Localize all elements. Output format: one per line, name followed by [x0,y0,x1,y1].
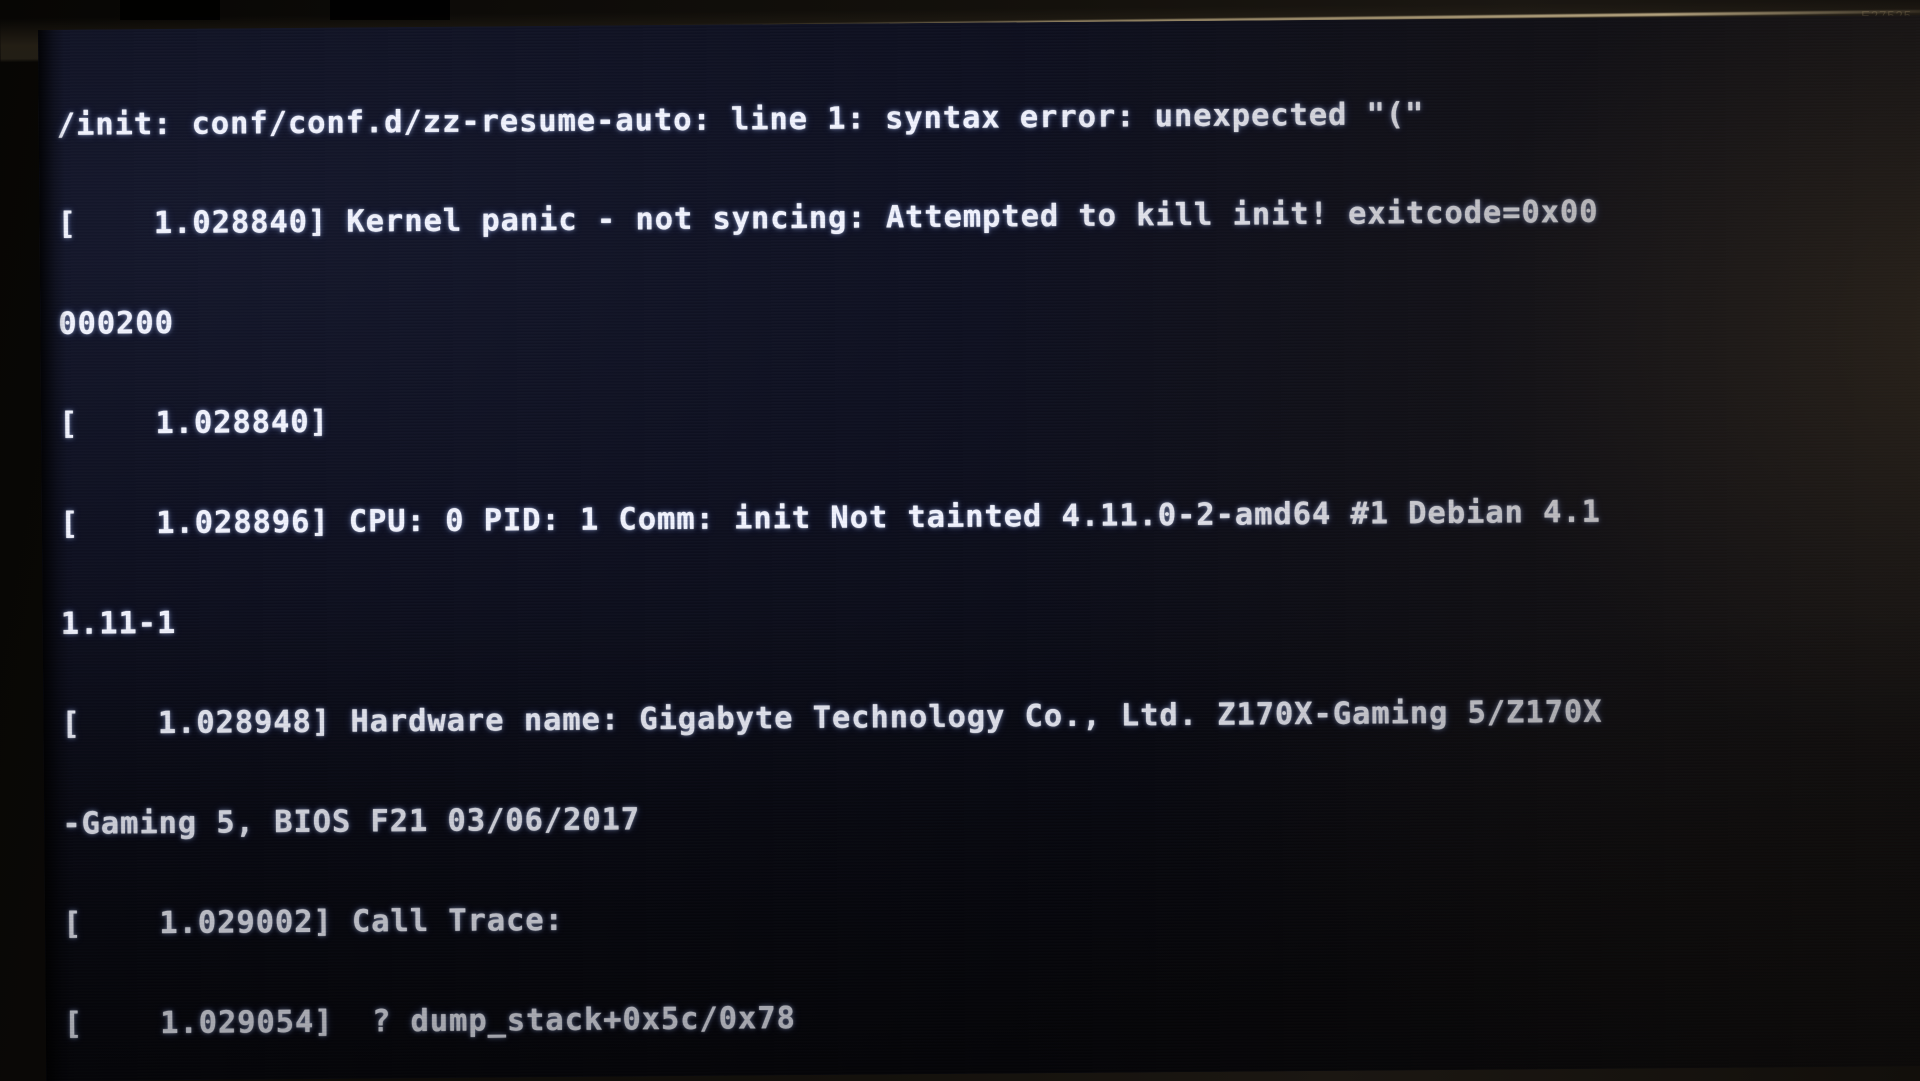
bezel-notch-center [330,0,450,20]
bezel-notch-left [120,0,220,20]
lcd-panel: /init: conf/conf.d/zz-resume-auto: line … [38,15,1920,1081]
console-line: /init: conf/conf.d/zz-resume-auto: line … [56,96,1425,143]
console-line: [ 1.028948] Hardware name: Gigabyte Tech… [61,694,1603,742]
console-line: [ 1.029002] Call Trace: [62,902,564,942]
console-line: [ 1.028896] CPU: 0 PID: 1 Comm: init Not… [59,494,1601,542]
console-line: 000200 [58,306,175,343]
console-line: [ 1.029054] ? dump_stack+0x5c/0x78 [63,1000,796,1042]
console-line: 1.11-1 [60,605,177,642]
console-line: [ 1.028840] Kernel panic - not syncing: … [57,195,1599,243]
kernel-console-output: /init: conf/conf.d/zz-resume-auto: line … [56,27,1920,1081]
photograph-of-monitor: E27525 /init: conf/conf.d/zz-resume-auto… [0,0,1920,1081]
console-line: -Gaming 5, BIOS F21 03/06/2017 [62,802,641,842]
console-line: [ 1.028840] [58,404,349,443]
